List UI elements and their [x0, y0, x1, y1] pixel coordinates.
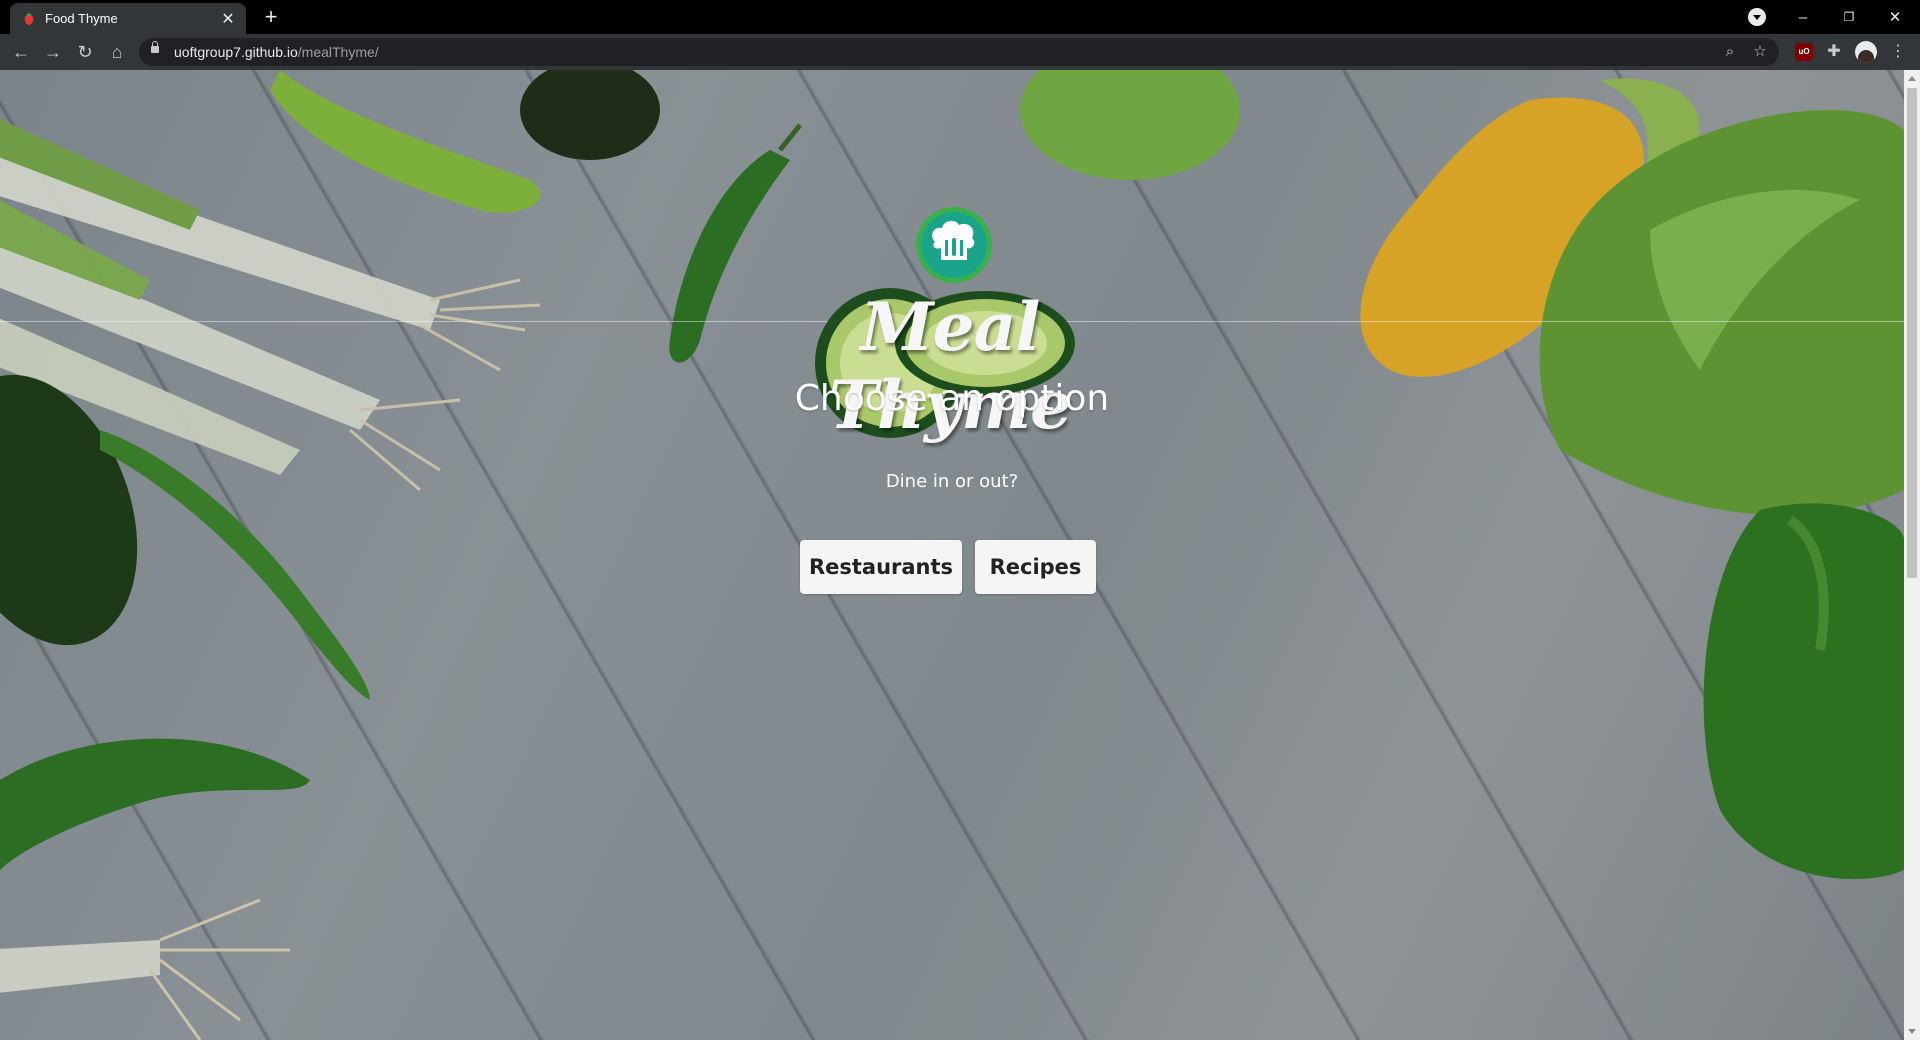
close-tab-icon[interactable]: ✕: [218, 9, 238, 29]
menu-icon[interactable]: ⋮: [1890, 42, 1906, 62]
url-text: uoftgroup7.github.io/mealThyme/: [174, 44, 379, 60]
page-scrollbar[interactable]: [1904, 70, 1920, 1040]
extensions-icon[interactable]: ✚: [1825, 43, 1843, 61]
browser-toolbar: ← → ↻ ⌂ uoftgroup7.github.io/mealThyme/ …: [0, 34, 1920, 70]
url-path: /mealThyme/: [297, 44, 379, 60]
restaurants-button[interactable]: Restaurants: [800, 540, 962, 594]
tab-strip: Food Thyme ✕ + – ❐ ✕: [0, 0, 1920, 34]
address-bar[interactable]: uoftgroup7.github.io/mealThyme/ ⌕ ☆: [139, 38, 1779, 66]
browser-tab[interactable]: Food Thyme ✕: [10, 3, 246, 34]
reload-icon[interactable]: ↻: [73, 40, 97, 64]
url-host: uoftgroup7.github.io: [174, 44, 298, 60]
tab-search-icon[interactable]: [1748, 8, 1766, 26]
recipes-button[interactable]: Recipes: [975, 540, 1096, 594]
star-icon[interactable]: ☆: [1751, 43, 1769, 61]
restore-button[interactable]: ❐: [1826, 0, 1872, 34]
tab-title: Food Thyme: [45, 11, 118, 26]
scroll-up-icon[interactable]: [1908, 76, 1916, 81]
back-icon[interactable]: ←: [9, 40, 33, 64]
scroll-down-icon[interactable]: [1908, 1029, 1916, 1034]
profile-avatar[interactable]: [1855, 41, 1877, 63]
ublock-icon[interactable]: uO: [1795, 43, 1813, 61]
chef-hat-icon: [916, 207, 992, 283]
minimize-button[interactable]: –: [1780, 0, 1826, 34]
page-viewport: Meal Thyme Choose an option Dine in or o…: [0, 70, 1904, 1040]
new-tab-button[interactable]: +: [260, 6, 282, 28]
scroll-thumb[interactable]: [1907, 88, 1917, 578]
home-icon[interactable]: ⌂: [105, 40, 129, 64]
page-subheading: Dine in or out?: [885, 471, 1019, 492]
strawberry-icon: [24, 12, 34, 25]
zoom-icon[interactable]: ⌕: [1721, 43, 1739, 61]
close-window-button[interactable]: ✕: [1872, 0, 1918, 34]
logo-title: Meal Thyme: [828, 288, 1072, 444]
forward-icon[interactable]: →: [41, 40, 65, 64]
lock-icon[interactable]: [151, 41, 159, 53]
page-heading: Choose an option: [794, 378, 1110, 419]
